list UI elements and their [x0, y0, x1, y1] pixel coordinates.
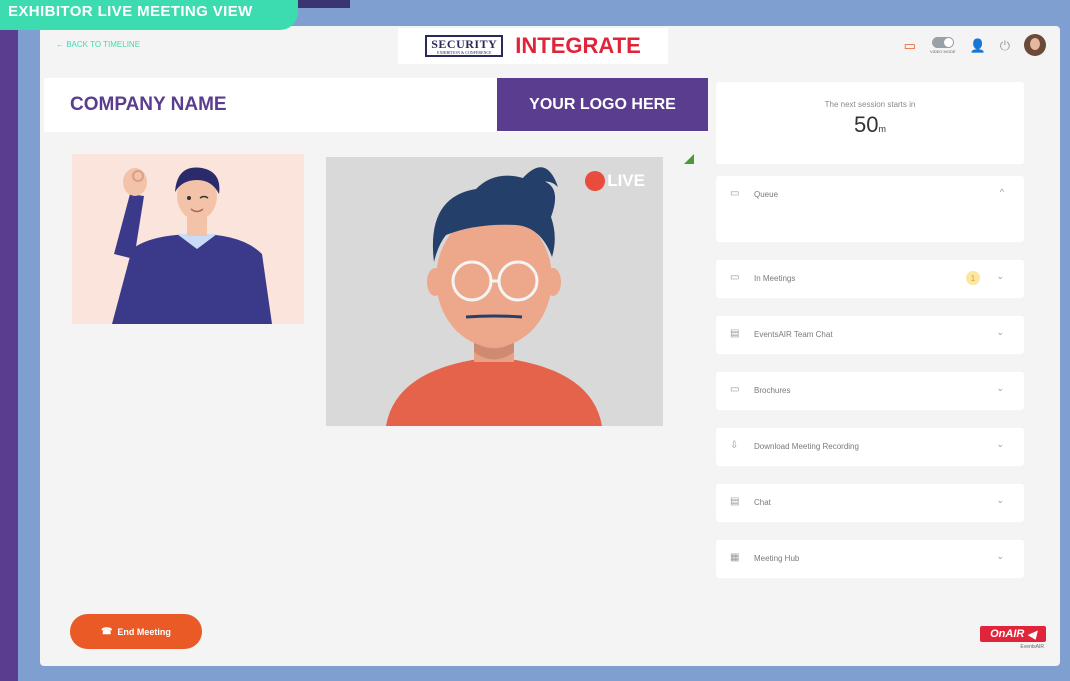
- live-dot-icon: [585, 171, 606, 191]
- company-name: COMPANY NAME: [70, 94, 227, 115]
- chevron-down-icon[interactable]: ⌄: [996, 327, 1004, 338]
- panel-team-chat[interactable]: ▤ EventsAIR Team Chat ⌄: [716, 316, 1024, 354]
- panel-brochures[interactable]: ▭ Brochures ⌄: [716, 372, 1024, 410]
- chevron-up-icon[interactable]: ^: [1000, 187, 1004, 197]
- meeting-sidebar: The next session starts in 50m ▭ Queue ^…: [716, 82, 1024, 662]
- panel-download-recording[interactable]: ⇩ Download Meeting Recording ⌄: [716, 428, 1024, 466]
- remote-person-illustration: [386, 167, 602, 426]
- back-to-timeline-link[interactable]: ← BACK TO TIMELINE: [56, 40, 140, 49]
- send-icon: ◀: [1027, 628, 1036, 641]
- chevron-down-icon[interactable]: ⌄: [996, 439, 1004, 450]
- calendar-icon: ▦: [730, 552, 740, 563]
- remote-video-tile: LIVE: [326, 157, 663, 426]
- left-accent-strip: [0, 0, 18, 681]
- screen-share-icon[interactable]: ▭: [904, 39, 916, 52]
- end-meeting-button[interactable]: ☎ End Meeting: [70, 614, 202, 649]
- chevron-down-icon[interactable]: ⌄: [996, 495, 1004, 506]
- folder-icon: ▭: [730, 272, 740, 283]
- waving-person-illustration: [112, 167, 272, 324]
- chat-icon: ▤: [730, 496, 740, 507]
- integrate-logo: INTEGRATE: [515, 33, 641, 58]
- download-icon: ⇩: [730, 440, 739, 451]
- video-mode-toggle[interactable]: VIDEO MODE: [929, 36, 956, 54]
- next-session-text: The next session starts in: [824, 100, 916, 109]
- top-bar: ← BACK TO TIMELINE SECURITY EXHIBITION &…: [40, 26, 1060, 78]
- panel-meeting-hub[interactable]: ▦ Meeting Hub ⌄: [716, 540, 1024, 578]
- chat-icon: ▤: [730, 328, 740, 339]
- avatar[interactable]: [1024, 34, 1046, 56]
- toggle-track: [931, 36, 954, 48]
- chevron-down-icon[interactable]: ⌄: [996, 271, 1004, 282]
- toggle-label: VIDEO MODE: [929, 48, 956, 54]
- user-icon[interactable]: 👤: [970, 39, 986, 52]
- power-icon[interactable]: ⏻: [1000, 39, 1010, 52]
- panel-queue[interactable]: ▭ Queue ^: [716, 176, 1024, 242]
- folder-icon: ▭: [730, 188, 740, 199]
- live-indicator: LIVE: [585, 171, 645, 191]
- panel-in-meetings[interactable]: ▭ In Meetings 1 ⌄: [716, 260, 1024, 298]
- event-brand-logo: SECURITY EXHIBITION & CONFERENCE INTEGRA…: [398, 28, 668, 64]
- company-logo-placeholder: YOUR LOGO HERE: [497, 78, 708, 131]
- panel-chat[interactable]: ▤ Chat ⌄: [716, 484, 1024, 522]
- toolbar-icons: ▭ VIDEO MODE 👤 ⏻: [904, 34, 1046, 56]
- phone-hangup-icon: ☎: [101, 626, 113, 636]
- in-meetings-count-badge: 1: [966, 271, 980, 285]
- onair-logo: OnAIR ◀ EventsAIR: [980, 626, 1046, 654]
- chevron-down-icon[interactable]: ⌄: [996, 383, 1004, 394]
- next-session-countdown: 50m: [854, 112, 886, 137]
- live-label: LIVE: [607, 171, 645, 190]
- security-logo: SECURITY EXHIBITION & CONFERENCE: [425, 35, 504, 57]
- view-title-banner: EXHIBITOR LIVE MEETING VIEW: [0, 0, 298, 30]
- next-session-card: The next session starts in 50m: [716, 82, 1024, 164]
- meeting-app-window: ← BACK TO TIMELINE SECURITY EXHIBITION &…: [40, 26, 1060, 666]
- folder-icon: ▭: [730, 384, 740, 395]
- onair-sub-label: EventsAIR: [1020, 644, 1044, 650]
- company-header: COMPANY NAME YOUR LOGO HERE: [44, 78, 708, 132]
- signal-strength-icon: [684, 154, 694, 164]
- self-video-tile: [72, 154, 304, 324]
- chevron-down-icon[interactable]: ⌄: [996, 551, 1004, 562]
- toggle-knob: [943, 37, 953, 47]
- onair-badge: OnAIR ◀: [980, 626, 1046, 642]
